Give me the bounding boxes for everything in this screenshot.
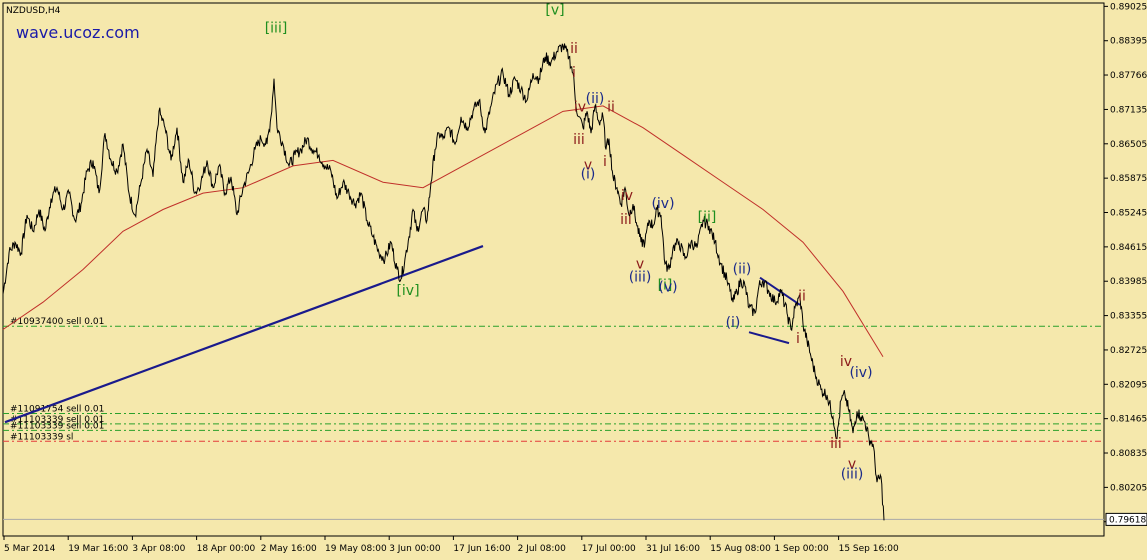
order-line-label-4: #11103339 sl xyxy=(10,432,73,442)
wave-label-5: ii xyxy=(570,41,578,57)
wave-label-1: [iv] xyxy=(396,283,419,299)
wave-label-13: iii xyxy=(620,212,632,228)
wave-label-6: i xyxy=(572,65,576,81)
x-tick-label-7: 17 Jun 16:00 xyxy=(453,544,510,554)
wave-label-8: iii xyxy=(573,132,585,148)
y-tick-label-12: 0.81465 xyxy=(1110,415,1147,425)
order-line-label-3: #11103339 sell 0.01 xyxy=(10,421,104,431)
x-tick-label-4: 2 May 16:00 xyxy=(261,544,317,554)
wave-label-21: (i) xyxy=(581,166,596,182)
wave-label-15: ii xyxy=(798,289,806,305)
price-chart: NZDUSD,H4 wave.ucoz.com #10937400 sell 0… xyxy=(2,2,1147,554)
chart: NZDUSD,H4 wave.ucoz.com #10937400 sell 0… xyxy=(0,0,1147,556)
x-tick-label-9: 17 Jul 00:00 xyxy=(582,544,636,554)
y-tick-label-0: 0.89025 xyxy=(1110,2,1147,12)
wave-label-3: [ii] xyxy=(698,210,717,226)
wave-label-23: (iii) xyxy=(629,269,652,285)
x-tick-label-5: 19 May 08:00 xyxy=(325,544,387,554)
y-tick-label-4: 0.86505 xyxy=(1110,140,1147,150)
wave-label-22: (iv) xyxy=(651,196,674,212)
wave-label-26: (i) xyxy=(726,315,741,331)
wave-label-2: [v] xyxy=(545,2,564,18)
plot-area xyxy=(2,2,1105,537)
y-tick-label-11: 0.82095 xyxy=(1110,380,1147,390)
current-price-label: 0.79618 xyxy=(1109,515,1146,525)
wave-label-18: iii xyxy=(830,436,842,452)
wave-label-27: (iv) xyxy=(849,365,872,381)
wave-label-24: (v) xyxy=(658,279,677,295)
y-tick-label-5: 0.85875 xyxy=(1110,174,1147,184)
x-axis: 5 Mar 2014 19 Mar 16:00 3 Apr 08:00 18 Apr … xyxy=(3,536,899,554)
wave-label-16: i xyxy=(796,331,800,347)
wave-label-11: i xyxy=(603,154,607,170)
x-tick-label-3: 18 Apr 00:00 xyxy=(197,544,256,554)
x-tick-label-12: 1 Sep 00:00 xyxy=(774,544,829,554)
wave-label-0: [iii] xyxy=(265,20,288,36)
watermark: wave.ucoz.com xyxy=(16,23,140,42)
y-axis: 0.89025 0.88395 0.87766 0.87135 0.86505 0.858… xyxy=(1104,2,1147,528)
wave-label-10: ii xyxy=(607,99,615,115)
x-tick-label-11: 15 Aug 08:00 xyxy=(710,544,771,554)
y-tick-label-3: 0.87135 xyxy=(1110,105,1147,115)
x-tick-label-13: 15 Sep 16:00 xyxy=(839,544,899,554)
wave-label-25: (ii) xyxy=(733,261,752,277)
symbol-label: NZDUSD,H4 xyxy=(6,6,61,16)
y-tick-label-7: 0.84615 xyxy=(1110,243,1147,253)
x-tick-label-8: 2 Jul 08:00 xyxy=(518,544,567,554)
x-tick-label-6: 3 Jun 00:00 xyxy=(389,544,441,554)
y-tick-label-13: 0.80835 xyxy=(1110,449,1147,459)
x-tick-label-1: 19 Mar 16:00 xyxy=(68,544,128,554)
wave-label-7: iv xyxy=(574,99,586,115)
y-tick-label-2: 0.87766 xyxy=(1110,71,1147,81)
y-tick-label-10: 0.82725 xyxy=(1110,346,1147,356)
order-line-label-1: #11091754 sell 0.01 xyxy=(10,404,104,414)
y-tick-label-9: 0.83355 xyxy=(1110,312,1147,322)
x-tick-label-2: 3 Apr 08:00 xyxy=(132,544,185,554)
order-line-label-0: #10937400 sell 0.01 xyxy=(10,317,104,327)
y-tick-label-14: 0.80205 xyxy=(1110,483,1147,493)
y-tick-label-8: 0.83985 xyxy=(1110,277,1147,287)
wave-label-20: (ii) xyxy=(586,91,605,107)
x-tick-label-0: 5 Mar 2014 xyxy=(4,544,56,554)
wave-label-12: iv xyxy=(621,188,633,204)
x-tick-label-10: 31 Jul 16:00 xyxy=(646,544,700,554)
y-tick-label-6: 0.85245 xyxy=(1110,209,1147,219)
wave-label-28: (iii) xyxy=(841,466,864,482)
y-tick-label-1: 0.88395 xyxy=(1110,37,1147,47)
